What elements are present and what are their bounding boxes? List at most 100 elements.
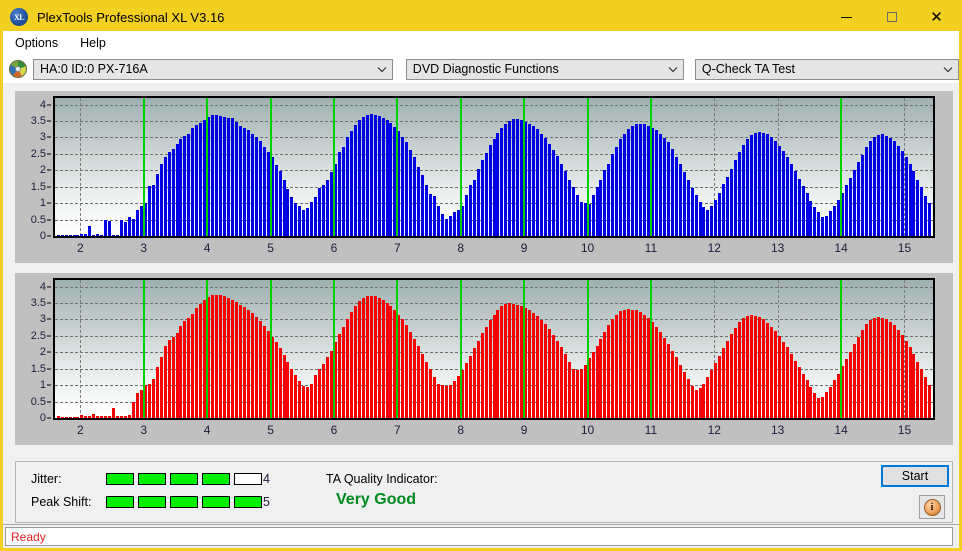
chart-bar — [599, 180, 603, 236]
chart-bar — [96, 416, 100, 418]
start-button[interactable]: Start — [881, 465, 949, 487]
chart-bar — [401, 136, 405, 236]
meter-segment — [234, 496, 262, 508]
chart-bar — [425, 185, 429, 236]
close-icon[interactable]: ✕ — [914, 3, 959, 31]
meter-segment — [170, 496, 198, 508]
chart-bar — [100, 235, 104, 236]
x-axis-tick-label: 6 — [330, 241, 338, 255]
results-panel: Jitter: 4 Peak Shift: 5 TA Quality Indic… — [15, 461, 953, 523]
chart-bar — [888, 138, 892, 236]
chart-bar — [163, 345, 167, 418]
info-button[interactable]: i — [919, 495, 945, 519]
chart-bar — [68, 416, 72, 418]
chart-bar — [516, 119, 520, 236]
minimize-icon[interactable] — [824, 3, 869, 31]
maximize-icon[interactable] — [869, 3, 914, 31]
test-select[interactable]: Q-Check TA Test — [694, 58, 959, 80]
chart-bar — [401, 319, 405, 418]
peak-shift-chart-x-axis: 2 3 4 5 6 7 8 9 10 11 12 13 14 15 — [53, 421, 935, 441]
y-axis-tick-label: 0.5 — [30, 395, 46, 408]
chart-bar — [876, 134, 880, 236]
chart-bar — [809, 200, 813, 236]
chart-bar — [845, 185, 849, 236]
jitter-meter — [106, 473, 262, 485]
chart-bar — [286, 189, 290, 236]
chart-bar — [516, 304, 520, 418]
chart-bar — [785, 157, 789, 236]
chart-bar — [595, 187, 599, 236]
chart-bar — [322, 363, 326, 418]
gridline-vertical — [80, 98, 82, 236]
chart-bar — [710, 370, 714, 418]
chart-bar — [722, 348, 726, 418]
chart-bar — [750, 314, 754, 418]
gridline-horizontal — [55, 303, 933, 304]
chart-marker — [459, 98, 462, 236]
chart-bar — [853, 344, 857, 418]
y-axis-tick-label: 2 — [39, 164, 46, 177]
chart-bar — [868, 141, 872, 236]
chart-bar — [904, 157, 908, 236]
chart-bar — [599, 338, 603, 418]
chart-bar — [773, 330, 777, 418]
chart-bar — [429, 193, 433, 236]
function-select[interactable]: DVD Diagnostic Functions — [405, 58, 684, 80]
chart-bar — [916, 179, 920, 236]
chart-bar — [135, 209, 139, 236]
menu-item-options[interactable]: Options — [5, 34, 68, 52]
chart-marker — [206, 280, 209, 418]
chart-bar — [639, 312, 643, 418]
chart-bar — [112, 235, 116, 236]
chart-bar — [88, 226, 92, 236]
chart-bar — [559, 163, 563, 236]
chart-bar — [674, 156, 678, 236]
chart-bar — [314, 375, 318, 418]
jitter-chart-plot — [53, 96, 935, 238]
chart-bar — [817, 212, 821, 236]
chart-bar — [211, 295, 215, 418]
chart-bar — [290, 369, 294, 418]
chart-bar — [131, 401, 135, 418]
chart-bar — [757, 316, 761, 418]
chart-bar — [310, 383, 314, 418]
chart-bar — [920, 368, 924, 418]
chart-bar — [433, 195, 437, 236]
x-axis-tick-label: 4 — [203, 241, 211, 255]
chart-bar — [698, 388, 702, 418]
chart-bar — [734, 160, 738, 236]
x-axis-tick-label: 7 — [393, 423, 401, 437]
y-axis-tick-label: 4 — [39, 280, 46, 293]
jitter-chart-panel: 0 0.5 1 1.5 2 2.5 3 3.5 4 2 3 4 5 6 7 8 9 10 11 12 13 14 15 — [15, 91, 953, 263]
chart-bar — [484, 153, 488, 236]
chart-bar — [639, 123, 643, 236]
chart-bar — [892, 141, 896, 236]
chart-bar — [448, 384, 452, 418]
chart-bar — [678, 364, 682, 418]
jitter-label: Jitter: — [31, 472, 62, 486]
chart-bar — [888, 322, 892, 418]
chart-bar — [104, 220, 108, 236]
chart-bar — [242, 127, 246, 236]
chart-bar — [151, 378, 155, 418]
chart-bar — [282, 354, 286, 418]
drive-select[interactable]: HA:0 ID:0 PX-716A — [33, 58, 393, 80]
chart-bar — [536, 316, 540, 418]
chart-bar — [250, 133, 254, 236]
chart-bar — [234, 121, 238, 236]
chart-bar — [452, 381, 456, 418]
y-axis-tick-label: 1.5 — [30, 180, 46, 193]
menu-item-help[interactable]: Help — [70, 34, 116, 52]
chart-bar — [777, 145, 781, 236]
app-logo-icon: XL — [10, 8, 28, 26]
chart-bar — [603, 331, 607, 418]
y-axis-tick — [47, 153, 51, 155]
chart-bar — [789, 353, 793, 418]
chart-bar — [238, 304, 242, 418]
chart-bar — [413, 338, 417, 418]
chart-bar — [880, 317, 884, 418]
chart-bar — [84, 234, 88, 236]
chart-bar — [282, 180, 286, 236]
chart-bar — [500, 305, 504, 418]
x-axis-tick-label: 3 — [140, 241, 148, 255]
